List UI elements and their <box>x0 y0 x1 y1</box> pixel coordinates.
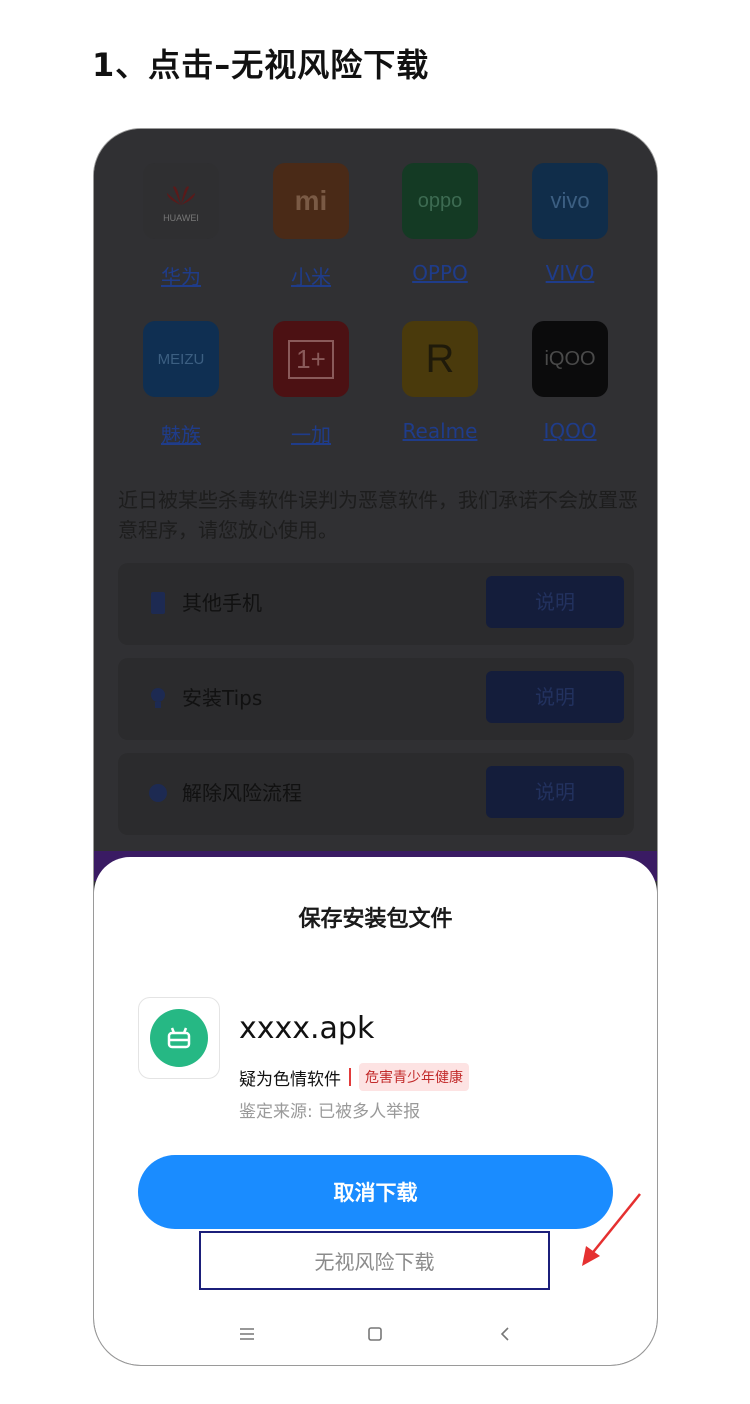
cancel-download-button[interactable]: 取消下载 <box>138 1155 613 1229</box>
warning-divider <box>349 1068 351 1086</box>
notice-text: 近日被某些杀毒软件误判为恶意软件，我们承诺不会放置恶意程序，请您放心使用。 <box>118 488 638 542</box>
brand-huawei[interactable]: HUAWEI 华为 <box>116 163 246 290</box>
android-icon <box>150 1009 208 1067</box>
warning-text: 疑为色情软件 <box>239 1069 341 1090</box>
save-apk-dialog: 保存安装包文件 xxxx.apk 疑为色情软件 危害青少年健康 鉴定来源: 已被… <box>94 857 657 1365</box>
row-risk-removal: 解除风险流程 说明 <box>118 753 634 835</box>
phone-icon <box>151 592 165 614</box>
brand-iqoo[interactable]: iQOO IQOO <box>505 321 635 443</box>
page-title: 1、点击–无视风险下载 <box>92 46 430 84</box>
app-icon-tile <box>138 997 220 1079</box>
phone-frame: HUAWEI 华为 mi 小米 oppo OPPO vivo VIVO MEIZ… <box>93 128 658 1366</box>
meizu-logo-icon: MEIZU <box>143 321 219 397</box>
xiaomi-logo-icon: mi <box>273 163 349 239</box>
ignore-risk-label: 无视风险下载 <box>314 1250 435 1274</box>
huawei-logo-icon: HUAWEI <box>143 163 219 239</box>
identification-source: 鉴定来源: 已被多人举报 <box>239 1102 421 1122</box>
row-other-phone: 其他手机 说明 <box>118 563 634 645</box>
brand-oppo[interactable]: oppo OPPO <box>375 163 505 285</box>
menu-icon[interactable] <box>232 1319 262 1349</box>
realme-logo-icon: R <box>402 321 478 397</box>
warning-badge: 危害青少年健康 <box>359 1063 469 1091</box>
oneplus-logo-icon: 1+ <box>273 321 349 397</box>
brand-name[interactable]: IQOO <box>505 419 635 443</box>
brand-name[interactable]: 魅族 <box>116 419 246 448</box>
brand-oneplus[interactable]: 1+ 一加 <box>246 321 376 448</box>
brand-name[interactable]: Realme <box>375 419 505 443</box>
brand-name[interactable]: 一加 <box>246 419 376 448</box>
brand-name[interactable]: 小米 <box>246 261 376 290</box>
row-install-tips: 安装Tips 说明 <box>118 658 634 740</box>
brand-realme[interactable]: R Realme <box>375 321 505 443</box>
bulb-icon <box>151 688 165 708</box>
row-label: 其他手机 <box>182 591 262 615</box>
oppo-logo-icon: oppo <box>402 163 478 239</box>
brand-name[interactable]: 华为 <box>116 261 246 290</box>
apk-file-name: xxxx.apk <box>239 1011 375 1046</box>
home-icon[interactable] <box>360 1319 390 1349</box>
brand-name[interactable]: VIVO <box>505 261 635 285</box>
red-pointer-arrow-icon <box>582 1193 641 1266</box>
back-icon[interactable] <box>490 1319 520 1349</box>
vivo-logo-icon: vivo <box>532 163 608 239</box>
brand-xiaomi[interactable]: mi 小米 <box>246 163 376 290</box>
shield-icon <box>149 784 167 802</box>
brand-vivo[interactable]: vivo VIVO <box>505 163 635 285</box>
ignore-risk-download-button[interactable]: 无视风险下载 <box>199 1231 550 1290</box>
row-label: 安装Tips <box>182 686 263 710</box>
explain-button[interactable]: 说明 <box>486 766 624 818</box>
dialog-title: 保存安装包文件 <box>298 907 453 932</box>
explain-button[interactable]: 说明 <box>486 576 624 628</box>
explain-button[interactable]: 说明 <box>486 671 624 723</box>
brand-meizu[interactable]: MEIZU 魅族 <box>116 321 246 448</box>
iqoo-logo-icon: iQOO <box>532 321 608 397</box>
system-nav-bar <box>94 1319 657 1355</box>
row-label: 解除风险流程 <box>182 781 302 805</box>
risk-warning: 疑为色情软件 危害青少年健康 <box>239 1063 469 1091</box>
brand-name[interactable]: OPPO <box>375 261 505 285</box>
svg-text:HUAWEI: HUAWEI <box>163 213 199 223</box>
